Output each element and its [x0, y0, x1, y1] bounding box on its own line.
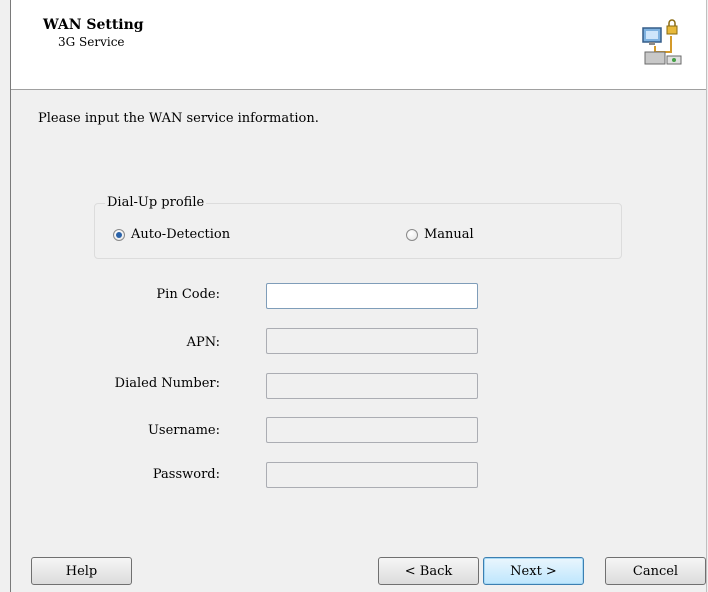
page-subtitle: 3G Service	[58, 35, 125, 49]
dialed-number-input[interactable]	[266, 373, 478, 399]
page-title: WAN Setting	[43, 17, 144, 33]
pin-code-label: Pin Code:	[156, 287, 220, 302]
radio-auto-detection-label: Auto-Detection	[131, 227, 231, 242]
next-button[interactable]: Next >	[483, 557, 584, 585]
wizard-header: WAN Setting 3G Service	[11, 0, 706, 90]
radio-checked-icon	[113, 228, 125, 241]
dialup-profile-group: Dial-Up profile Auto-Detection Manual	[94, 195, 622, 259]
back-button[interactable]: < Back	[378, 557, 479, 585]
apn-input[interactable]	[266, 328, 478, 354]
pin-code-input[interactable]	[266, 283, 478, 309]
wizard-window: WAN Setting 3G Service Please input the	[10, 0, 707, 592]
radio-manual-label: Manual	[424, 227, 474, 242]
apn-label: APN:	[186, 335, 220, 350]
radio-auto-detection[interactable]: Auto-Detection	[113, 227, 230, 242]
dialed-number-label: Dialed Number:	[114, 376, 220, 391]
username-input[interactable]	[266, 417, 478, 443]
instruction-text: Please input the WAN service information…	[38, 111, 319, 126]
radio-manual[interactable]: Manual	[406, 227, 474, 242]
password-input[interactable]	[266, 462, 478, 488]
username-label: Username:	[147, 423, 220, 438]
network-setup-icon	[633, 16, 689, 72]
dialup-profile-legend: Dial-Up profile	[105, 195, 207, 210]
help-button[interactable]: Help	[31, 557, 132, 585]
password-label: Password:	[152, 467, 220, 482]
radio-unchecked-icon	[406, 228, 418, 241]
cancel-button[interactable]: Cancel	[605, 557, 706, 585]
